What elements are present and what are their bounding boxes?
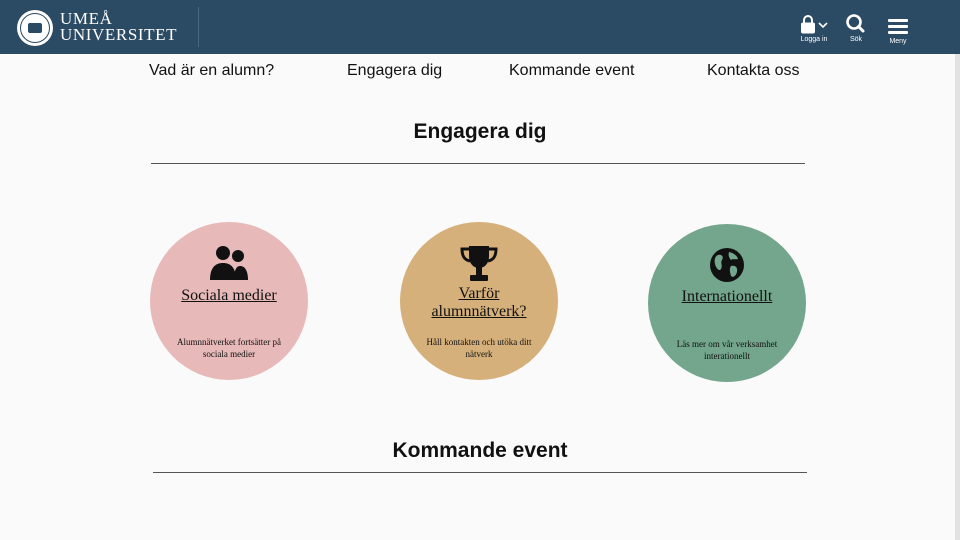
engage-divider bbox=[151, 163, 805, 164]
events-section-title: Kommande event bbox=[392, 439, 568, 462]
card-title[interactable]: Sociala medier bbox=[160, 287, 298, 305]
card-description: Läs mer om vår verksamhet interationellt bbox=[676, 339, 778, 361]
sub-navigation: Vad är en alumn? Engagera dig Kommande e… bbox=[0, 62, 960, 86]
page-scrollbar[interactable] bbox=[955, 54, 960, 540]
events-divider bbox=[153, 472, 807, 473]
seal-emblem bbox=[28, 23, 42, 33]
search-button[interactable]: Sök bbox=[838, 14, 874, 46]
card-description: Alumnnätverket fortsätter på sociala med… bbox=[177, 337, 281, 359]
card-international[interactable]: Internationellt Läs mer om vår verksamhe… bbox=[648, 224, 806, 382]
search-icon bbox=[846, 14, 865, 33]
subnav-upcoming-events[interactable]: Kommande event bbox=[509, 62, 634, 80]
card-social-media[interactable]: Sociala medier Alumnnätverket fortsätter… bbox=[150, 222, 308, 380]
subnav-contact[interactable]: Kontakta oss bbox=[707, 62, 800, 80]
card-title[interactable]: Internationellt bbox=[658, 288, 796, 306]
brand-divider bbox=[198, 7, 199, 47]
card-why-alumni-network[interactable]: Varför alumnnätverk? Håll kontakten och … bbox=[400, 222, 558, 380]
login-label: Logga in bbox=[800, 36, 828, 43]
chevron-down-icon bbox=[818, 22, 828, 29]
subnav-engage[interactable]: Engagera dig bbox=[347, 62, 442, 80]
trophy-icon bbox=[460, 246, 498, 281]
brand-line2: UNIVERSITET bbox=[60, 25, 178, 44]
hamburger-icon bbox=[888, 19, 908, 34]
card-description: Håll kontakten och utöka ditt nätverk bbox=[426, 337, 532, 359]
card-title[interactable]: Varför alumnnätverk? bbox=[410, 285, 548, 321]
menu-button[interactable]: Meny bbox=[880, 14, 916, 46]
globe-icon bbox=[710, 248, 744, 282]
search-label: Sök bbox=[849, 36, 863, 43]
engage-section-title: Engagera dig bbox=[413, 120, 547, 143]
users-icon bbox=[210, 246, 248, 280]
menu-label: Meny bbox=[889, 38, 907, 45]
brand-wordmark[interactable]: UMEÅ UNIVERSITET bbox=[60, 10, 178, 44]
login-button[interactable]: Logga in bbox=[796, 14, 832, 46]
lock-icon bbox=[801, 15, 828, 34]
subnav-what-is-alumn[interactable]: Vad är en alumn? bbox=[149, 62, 274, 80]
top-header: UMEÅ UNIVERSITET Logga in Sök Meny bbox=[0, 0, 960, 54]
university-seal-logo[interactable] bbox=[17, 10, 53, 46]
